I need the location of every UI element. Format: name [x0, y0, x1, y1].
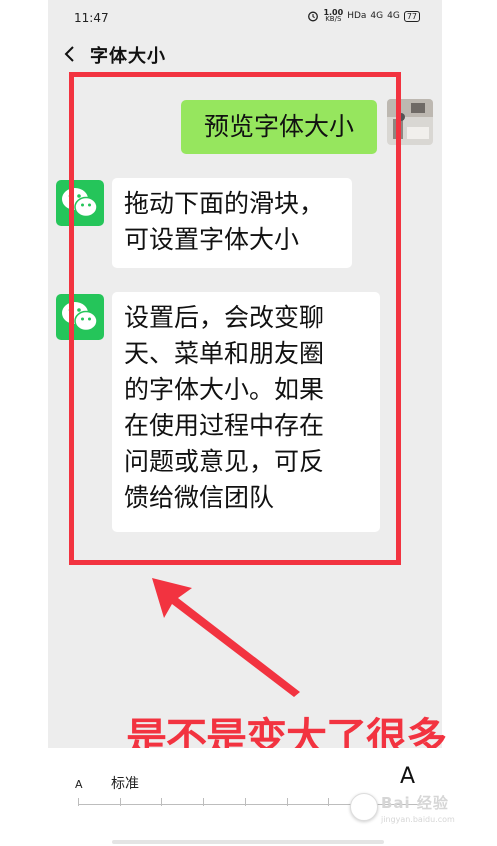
slider-tick[interactable]	[287, 798, 288, 806]
bot-message-bubble: 拖动下面的滑块， 可设置字体大小	[112, 178, 352, 268]
message-line: 天、菜单和朋友圈	[124, 339, 325, 368]
message-line: 馈给微信团队	[124, 483, 275, 512]
bot-message-bubble: 设置后，会改变聊 天、菜单和朋友圈 的字体大小。如果 在使用过程中存在 问题或意…	[112, 292, 380, 532]
signal-icon-2: 4G	[387, 11, 400, 21]
large-font-label: A	[400, 764, 416, 789]
battery-icon: 77	[403, 10, 420, 22]
network-speed: 1.00 KB/S	[323, 9, 343, 23]
message-line: 问题或意见，可反	[124, 447, 325, 476]
slider-thumb[interactable]	[350, 793, 378, 821]
slider-tick[interactable]	[78, 798, 79, 806]
status-bar: 11:47 1.00 KB/S HDa 4G 4G 77	[48, 0, 442, 36]
page-title: 字体大小	[90, 46, 166, 67]
status-time: 11:47	[74, 11, 109, 25]
small-font-label: A	[75, 778, 83, 791]
signal-icon: 4G	[370, 11, 384, 21]
slider-tick[interactable]	[328, 798, 329, 806]
wechat-logo-icon	[62, 188, 98, 218]
nav-bar: 字体大小	[48, 36, 442, 72]
standard-font-label: 标准	[111, 776, 139, 792]
wechat-avatar-icon	[56, 294, 104, 340]
home-indicator[interactable]	[112, 840, 384, 844]
slider-tick[interactable]	[161, 798, 162, 806]
wechat-logo-icon	[62, 302, 98, 332]
message-line: 可设置字体大小	[124, 225, 300, 254]
status-icons: 1.00 KB/S HDa 4G 4G 77	[307, 9, 420, 23]
message-line: 的字体大小。如果	[124, 375, 325, 404]
slider-tick[interactable]	[245, 798, 246, 806]
speed-unit: KB/S	[325, 15, 342, 23]
slider-tick[interactable]	[120, 798, 121, 806]
slider-tick[interactable]	[203, 798, 204, 806]
back-arrow-icon[interactable]	[62, 44, 78, 64]
message-line: 拖动下面的滑块，	[124, 189, 325, 218]
message-line: 设置后，会改变聊	[124, 303, 325, 332]
user-avatar[interactable]	[387, 99, 433, 145]
user-avatar-image	[387, 99, 433, 145]
alarm-icon	[308, 11, 319, 22]
wechat-avatar-icon	[56, 180, 104, 226]
self-message-bubble: 预览字体大小	[181, 100, 377, 154]
hd-indicator: HDa	[347, 11, 367, 21]
message-line: 在使用过程中存在	[124, 411, 325, 440]
